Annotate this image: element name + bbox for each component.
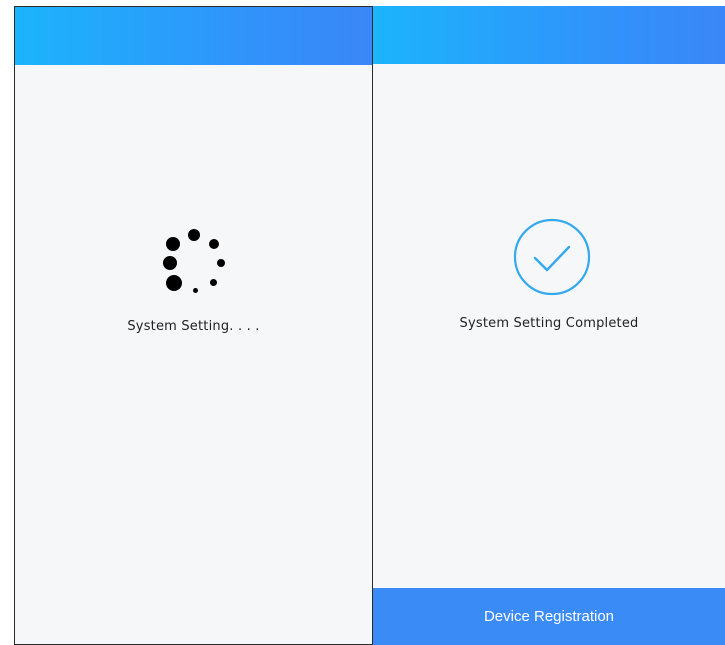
status-text: System Setting Completed	[459, 316, 639, 331]
loading-spinner-icon	[159, 222, 225, 293]
completed-screen: System Setting Completed Device Registra…	[373, 6, 725, 645]
status-text: System Setting. . . .	[127, 319, 260, 334]
check-circle-icon	[513, 218, 591, 296]
header-bar	[373, 6, 725, 64]
header-bar	[15, 7, 372, 65]
loading-screen: System Setting. . . .	[14, 6, 373, 645]
device-registration-button[interactable]: Device Registration	[373, 588, 725, 645]
